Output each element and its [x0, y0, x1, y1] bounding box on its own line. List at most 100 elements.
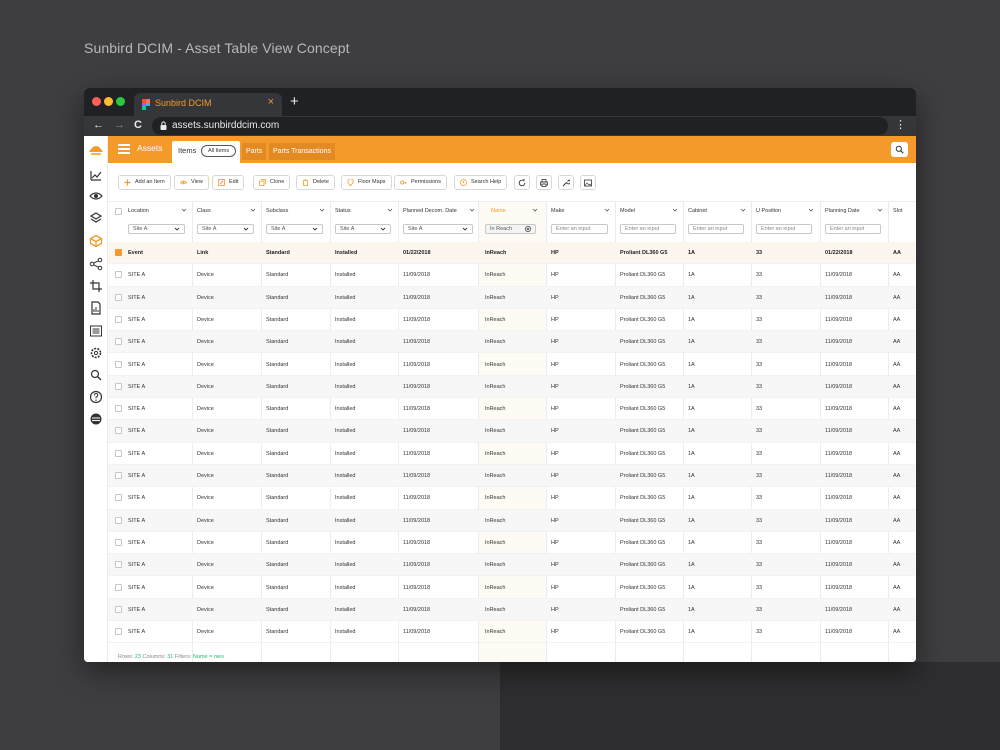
chevron-down-icon[interactable]	[672, 207, 678, 213]
table-row[interactable]: SITE A Device Standard Installed 11/09/2018 I…	[108, 264, 916, 287]
print-button[interactable]	[536, 175, 552, 190]
share-icon[interactable]	[89, 257, 103, 271]
close-window-dot[interactable]	[92, 97, 101, 106]
chevron-down-icon[interactable]	[250, 207, 256, 213]
chevron-down-icon[interactable]	[877, 207, 883, 213]
table-row[interactable]: SITE A Device Standard Installed 11/09/2018 I…	[108, 509, 916, 532]
tools-button[interactable]	[558, 175, 574, 190]
column-header-location[interactable]: Location	[128, 208, 149, 214]
chevron-down-icon[interactable]	[181, 207, 187, 213]
url-field[interactable]: assets.sunbirddcim.com	[152, 117, 888, 135]
row-checkbox[interactable]	[115, 516, 122, 524]
column-header-status[interactable]: Status	[335, 208, 351, 214]
row-checkbox[interactable]	[115, 628, 122, 636]
table-row[interactable]: SITE A Device Standard Installed 11/09/2018 I…	[108, 286, 916, 309]
cube-icon[interactable]	[89, 234, 103, 248]
tab-parts-transactions[interactable]: Parts Transactions	[269, 143, 335, 160]
chevron-down-icon[interactable]	[319, 207, 325, 213]
add-item-button[interactable]: Add an Item	[118, 175, 171, 190]
tab-close-icon[interactable]: ×	[268, 96, 274, 108]
reload-icon[interactable]: C	[134, 119, 142, 131]
row-checkbox[interactable]	[115, 315, 122, 323]
clone-button[interactable]: Clone	[253, 175, 291, 190]
filter-status[interactable]: Site A	[335, 224, 391, 234]
report-icon[interactable]	[89, 301, 103, 315]
select-all-checkbox[interactable]	[115, 208, 122, 215]
column-header-u-position[interactable]: U Position	[756, 208, 781, 214]
row-checkbox[interactable]	[115, 494, 122, 502]
sort-icon[interactable]	[532, 207, 538, 213]
filter-name[interactable]: In Reach	[485, 224, 536, 234]
row-checkbox[interactable]	[115, 338, 122, 346]
floor-maps-button[interactable]: Floor Maps	[341, 175, 392, 190]
crop-icon[interactable]	[89, 279, 103, 293]
chevron-down-icon[interactable]	[604, 207, 610, 213]
eye-icon[interactable]	[89, 189, 103, 203]
filter-cabinet[interactable]: Enter an input	[688, 224, 744, 234]
table-row[interactable]: SITE A Device Standard Installed 11/09/2018 I…	[108, 331, 916, 354]
filter-location[interactable]: Site A	[128, 224, 185, 234]
filter-model[interactable]: Enter an input	[620, 224, 676, 234]
table-row[interactable]: SITE A Device Standard Installed 11/09/2018 I…	[108, 577, 916, 599]
hamburger-menu-icon[interactable]	[118, 144, 130, 154]
row-checkbox[interactable]	[115, 360, 122, 368]
view-button[interactable]: View	[174, 175, 209, 190]
row-checkbox[interactable]	[115, 293, 122, 301]
row-checkbox[interactable]	[115, 405, 122, 413]
filter-planned-decom-date[interactable]: Site A	[403, 224, 473, 234]
chevron-down-icon[interactable]	[469, 207, 475, 213]
column-header-class[interactable]: Class	[197, 208, 211, 214]
row-checkbox[interactable]	[115, 561, 122, 569]
column-header-name[interactable]: Name	[491, 208, 506, 214]
help-icon[interactable]	[89, 390, 103, 404]
table-row[interactable]: SITE A Device Standard Installed 11/09/2018 I…	[108, 554, 916, 577]
layers-icon[interactable]	[89, 211, 103, 225]
edit-button[interactable]: Edit	[212, 175, 245, 190]
chevron-down-icon[interactable]	[808, 207, 814, 213]
tab-parts[interactable]: Parts	[242, 143, 267, 160]
search-help-button[interactable]: Search Help	[454, 175, 508, 190]
maximize-window-dot[interactable]	[116, 97, 125, 106]
all-items-pill[interactable]: All Items	[201, 145, 237, 157]
column-header-planned-decom-date[interactable]: Planned Decom. Date	[403, 208, 457, 214]
chart-icon[interactable]	[89, 168, 103, 182]
table-row[interactable]: SITE A Device Standard Installed 11/09/2018 I…	[108, 487, 916, 510]
image-button[interactable]	[580, 175, 596, 190]
row-checkbox[interactable]	[115, 583, 122, 591]
browser-tab[interactable]: Sunbird DCIM ×	[134, 93, 282, 116]
filter-subclass[interactable]: Site A	[266, 224, 323, 234]
delete-button[interactable]: Delete	[296, 175, 335, 190]
database-icon[interactable]	[89, 412, 103, 426]
row-checkbox[interactable]	[115, 605, 122, 613]
permissions-button[interactable]: Permissions	[394, 175, 447, 190]
filter-u-position[interactable]: Enter an input	[756, 224, 812, 234]
table-row-selected[interactable]: Event Link Standard Installed 01/22/2018 InRe…	[108, 242, 916, 265]
row-checkbox[interactable]	[115, 449, 122, 457]
clear-filter-icon[interactable]	[525, 226, 531, 232]
table-row[interactable]: SITE A Device Standard Installed 11/09/2018 I…	[108, 465, 916, 488]
filter-planning-date[interactable]: Enter an input	[825, 224, 881, 234]
table-row[interactable]: SITE A Device Standard Installed 11/09/2018 I…	[108, 420, 916, 443]
row-checkbox[interactable]	[115, 472, 122, 479]
row-checkbox[interactable]	[115, 382, 122, 390]
row-checkbox[interactable]	[115, 249, 122, 256]
table-row[interactable]: SITE A Device Standard Installed 11/09/2018 I…	[108, 375, 916, 399]
chevron-down-icon[interactable]	[740, 207, 746, 213]
table-row[interactable]: SITE A Device Standard Installed 11/09/2018 I…	[108, 309, 916, 332]
table-row[interactable]: SITE A Device Standard Installed 11/09/2018 I…	[108, 443, 916, 465]
row-checkbox[interactable]	[115, 427, 122, 435]
sunbird-logo[interactable]	[88, 143, 104, 155]
forward-icon[interactable]: →	[114, 119, 125, 131]
column-header-model[interactable]: Model	[620, 208, 635, 214]
table-row[interactable]: SITE A Device Standard Installed 11/09/2018 I…	[108, 532, 916, 555]
minimize-window-dot[interactable]	[104, 97, 113, 106]
table-row[interactable]: SITE A Device Standard Installed 11/09/2018 I…	[108, 354, 916, 376]
column-header-planning-date[interactable]: Planning Date	[825, 208, 860, 214]
column-header-subclass[interactable]: Subclass	[266, 208, 288, 214]
filter-class[interactable]: Site A	[197, 224, 254, 234]
filter-make[interactable]: Enter an input	[551, 224, 608, 234]
search-icon[interactable]	[89, 368, 103, 382]
column-header-make[interactable]: Make	[551, 208, 564, 214]
new-tab-button[interactable]: +	[290, 93, 299, 110]
refresh-button[interactable]	[514, 175, 530, 190]
